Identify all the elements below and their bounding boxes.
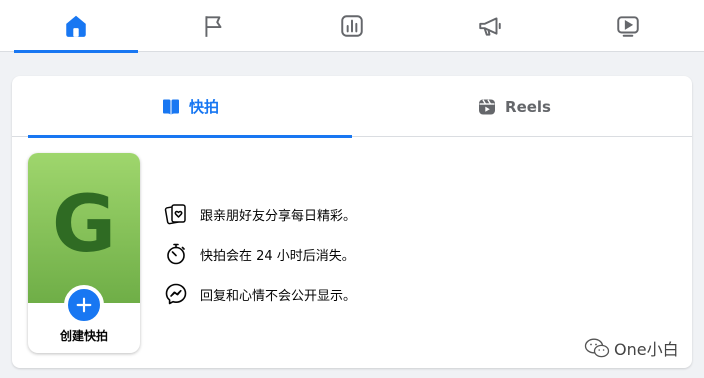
flag-icon [205,16,222,37]
feature-share: 跟亲朋好友分享每日精彩。 [164,194,356,234]
nav-tab-pages[interactable] [152,0,276,52]
megaphone-icon [479,17,501,36]
stories-card: 快拍 Reels G 创建快拍 跟亲朋好友分享每日精彩。 快拍会在 24 小时后… [12,76,692,368]
video-play-icon [617,16,639,37]
active-tab-indicator [28,135,352,138]
story-feature-list: 跟亲朋好友分享每日精彩。 快拍会在 24 小时后消失。 回复和心情不会公开显示。 [164,194,356,314]
watermark-text: One小白 [614,340,679,359]
home-icon [66,15,86,37]
story-tabs: 快拍 Reels [12,76,692,138]
messenger-icon [164,282,188,306]
create-story-tile[interactable]: G 创建快拍 [28,153,140,353]
nav-tab-video[interactable] [566,0,690,52]
tab-reels[interactable]: Reels [352,76,676,137]
feature-private-replies: 回复和心情不会公开显示。 [164,274,356,314]
avatar-letter: G [51,180,117,270]
feature-share-text: 跟亲朋好友分享每日精彩。 [200,208,357,224]
active-tab-indicator [14,50,138,53]
plus-icon [76,297,92,313]
top-navigation [0,0,704,53]
create-story-label: 创建快拍 [59,329,108,343]
nav-tab-insights[interactable] [290,0,414,52]
profile-avatar: G [28,153,140,303]
bar-chart-icon [341,15,363,37]
wechat-icon [583,337,611,359]
add-story-button[interactable] [64,285,104,325]
book-open-icon [161,97,181,117]
nav-tab-ads[interactable] [428,0,552,52]
watermark: One小白 [583,336,679,360]
photo-heart-icon [164,202,188,226]
feature-expire: 快拍会在 24 小时后消失。 [164,234,356,274]
reels-icon [477,97,497,117]
stopwatch-icon [164,242,188,266]
nav-tab-home[interactable] [14,0,138,53]
tab-reels-label: Reels [505,97,551,116]
tab-stories[interactable]: 快拍 [28,76,352,138]
feature-expire-text: 快拍会在 24 小时后消失。 [200,248,355,264]
feature-private-text: 回复和心情不会公开显示。 [200,288,357,304]
tab-stories-label: 快拍 [188,98,219,116]
